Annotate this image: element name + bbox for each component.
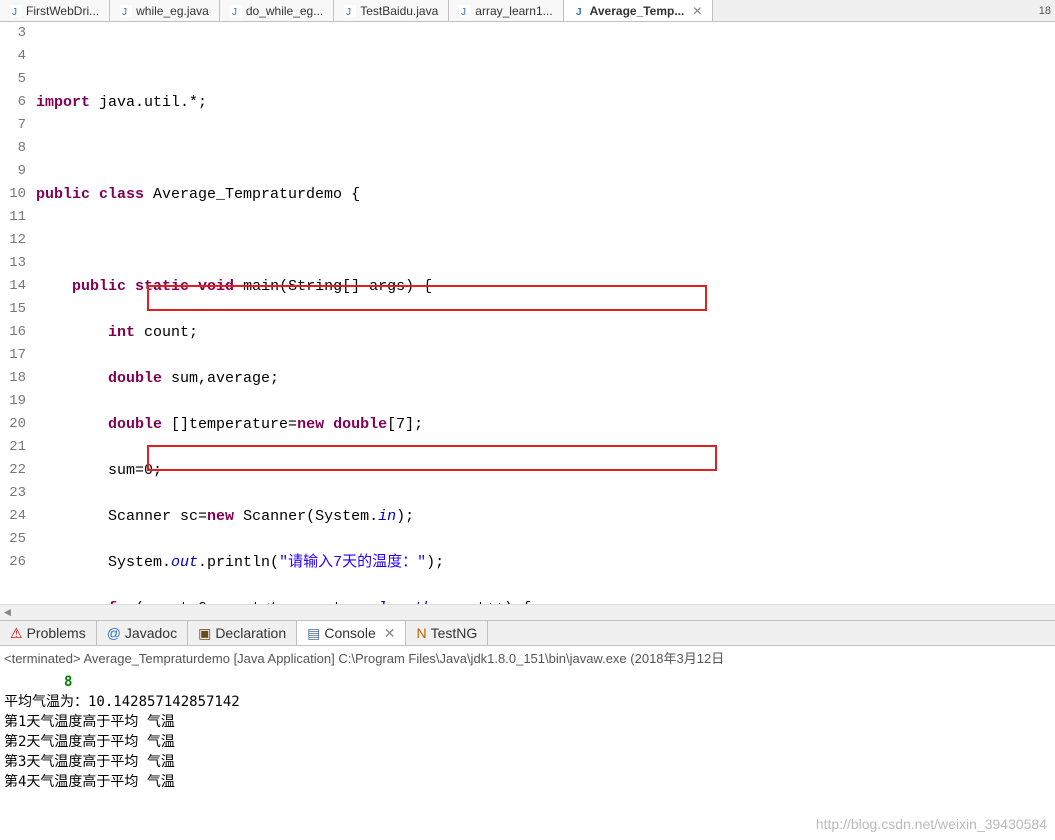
tab-label: while_eg.java — [136, 4, 209, 18]
code-editor[interactable]: 3 4 5 6 7 8 9 10 11 12 13 14 15 16 17 18… — [0, 22, 1055, 604]
svg-text:J: J — [12, 7, 17, 17]
tab-label: Average_Temp... — [590, 4, 685, 18]
javadoc-icon: @ — [107, 625, 121, 641]
code-content[interactable]: import java.util.*; public class Average… — [32, 22, 1055, 604]
tab-testbaidu[interactable]: J TestBaidu.java — [334, 0, 449, 21]
tab-label: do_while_eg... — [246, 4, 323, 18]
java-file-icon: J — [10, 5, 22, 17]
tab-label: array_learn1... — [475, 4, 552, 18]
svg-text:J: J — [461, 7, 466, 17]
tab-label: TestBaidu.java — [360, 4, 438, 18]
line-number-gutter: 3 4 5 6 7 8 9 10 11 12 13 14 15 16 17 18… — [0, 22, 32, 604]
console-panel: <terminated> Average_Tempraturdemo [Java… — [0, 646, 1055, 794]
java-file-icon: J — [574, 5, 586, 17]
svg-text:J: J — [346, 7, 351, 17]
svg-text:J: J — [576, 7, 582, 17]
tab-testng[interactable]: N TestNG — [406, 621, 488, 645]
svg-text:J: J — [232, 7, 237, 17]
tab-array-learn[interactable]: J array_learn1... — [449, 0, 563, 21]
tab-firstwebdri[interactable]: J FirstWebDri... — [0, 0, 110, 21]
console-status: <terminated> Average_Tempraturdemo [Java… — [4, 648, 1051, 672]
scroll-left-icon[interactable]: ◄ — [4, 606, 11, 620]
overflow-count: 18 — [1039, 5, 1051, 17]
java-file-icon: J — [344, 5, 356, 17]
java-file-icon: J — [459, 5, 471, 17]
console-output: 平均气温为：10.142857142857142 第1天气温度高于平均 气温 第… — [4, 692, 1051, 792]
tab-average-temp[interactable]: J Average_Temp... ✕ — [564, 0, 714, 21]
close-icon[interactable]: ✕ — [384, 625, 396, 642]
declaration-icon: ▣ — [198, 625, 211, 642]
horizontal-scrollbar[interactable]: ◄ — [0, 604, 1055, 620]
tab-declaration[interactable]: ▣ Declaration — [188, 621, 297, 645]
editor-tabs-bar: J FirstWebDri... J while_eg.java J do_wh… — [0, 0, 1055, 22]
java-file-icon: J — [230, 5, 242, 17]
tabs-overflow[interactable]: 18 — [1035, 5, 1055, 17]
java-file-icon: J — [120, 5, 132, 17]
testng-icon: N — [416, 625, 426, 641]
bottom-view-tabs: ⚠ Problems @ Javadoc ▣ Declaration ▤ Con… — [0, 620, 1055, 646]
svg-text:J: J — [122, 7, 127, 17]
console-input: 8 — [4, 672, 1051, 692]
console-icon: ▤ — [307, 625, 320, 642]
tab-problems[interactable]: ⚠ Problems — [0, 621, 97, 645]
close-icon[interactable]: ✕ — [692, 4, 702, 18]
tab-label: FirstWebDri... — [26, 4, 99, 18]
tab-while-eg[interactable]: J while_eg.java — [110, 0, 220, 21]
tab-console[interactable]: ▤ Console ✕ — [297, 621, 406, 645]
watermark: http://blog.csdn.net/weixin_39430584 — [816, 816, 1047, 832]
problems-icon: ⚠ — [10, 625, 23, 642]
tab-javadoc[interactable]: @ Javadoc — [97, 621, 188, 645]
tab-do-while-eg[interactable]: J do_while_eg... — [220, 0, 334, 21]
